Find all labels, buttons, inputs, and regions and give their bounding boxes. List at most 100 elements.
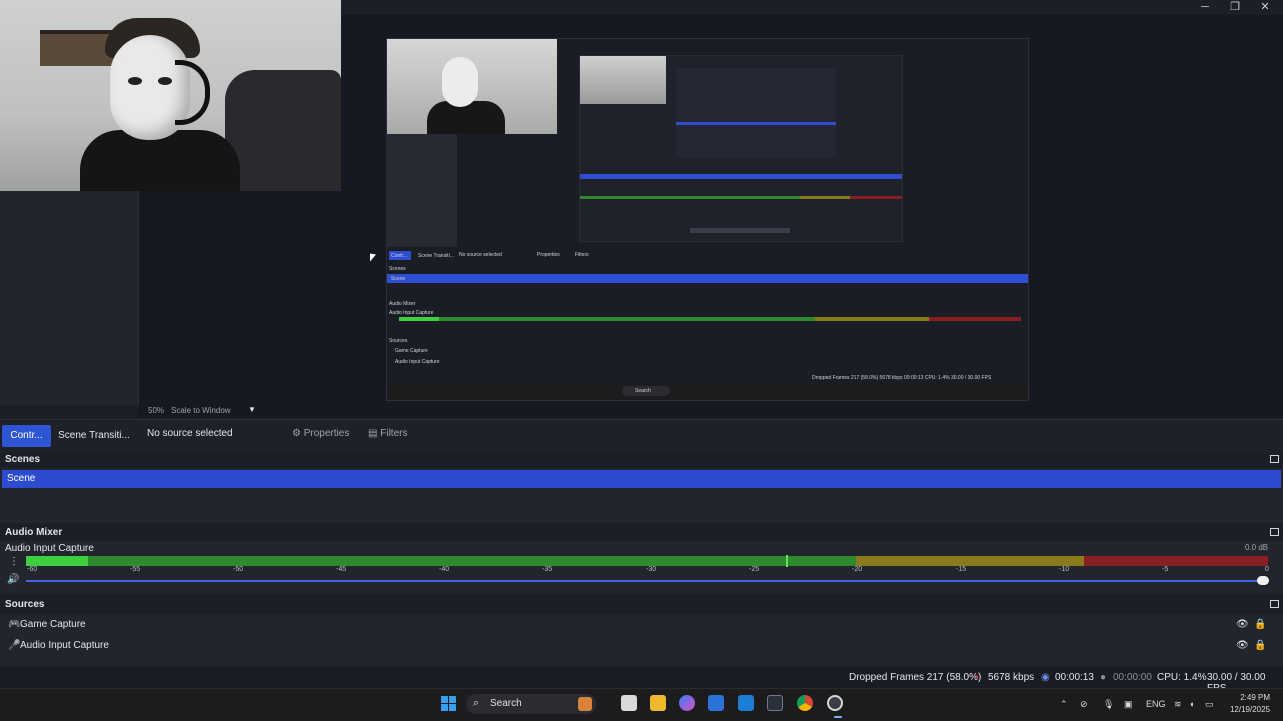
nested-scene: Scene [391, 276, 406, 282]
microphone-icon[interactable]: 🎙 [1103, 699, 1114, 710]
eye-icon[interactable]: 👁 [1236, 615, 1249, 635]
maximize-icon[interactable]: ❐ [1220, 0, 1250, 15]
obs-icon[interactable] [827, 695, 843, 711]
volume-slider[interactable] [26, 580, 1262, 582]
nested-audio-input-source: Audio Input Capture [395, 359, 440, 365]
record-icon: ● [1100, 672, 1107, 683]
language-indicator[interactable]: ENG [1146, 699, 1166, 709]
audio-mixer-header [0, 525, 1283, 541]
nested-transitions-tab: Scene Transiti... [418, 253, 454, 259]
nested-search: Search [635, 388, 651, 394]
source-row-audio-input[interactable]: 🎤 Audio Input Capture 👁 🔒 [0, 636, 1283, 656]
minimize-icon[interactable]: ─ [1190, 0, 1220, 15]
sources-dock-header [0, 597, 1283, 613]
meter-tick: -15 [956, 566, 967, 573]
nested-webcam [387, 39, 557, 134]
eye-icon[interactable]: 👁 [1236, 636, 1249, 656]
chevron-up-icon[interactable]: ⌃ [1060, 699, 1068, 710]
search-highlight-icon [578, 697, 592, 711]
audio-mixer-title: Audio Mixer [5, 527, 63, 538]
source-label: Game Capture [20, 619, 86, 630]
nested-filters: Filters [575, 252, 589, 258]
dropped-frames: Dropped Frames 217 (58.0%) [849, 672, 982, 683]
tab-scene-transitions[interactable]: Scene Transiti... [55, 425, 133, 447]
nested-preview [579, 55, 903, 242]
properties-label: Properties [303, 428, 350, 439]
task-view-icon[interactable] [621, 695, 637, 711]
scale-mode-select[interactable]: Scale to Window [171, 406, 231, 415]
meter-tick: 0 [1265, 566, 1269, 573]
meter-tick: -60 [27, 566, 38, 573]
audio-db-value: 0.0 dB [1245, 543, 1269, 552]
volume-slider-handle[interactable] [1257, 576, 1269, 585]
properties-button[interactable]: ⚙ Properties [292, 428, 349, 439]
lock-icon[interactable]: 🔒 [1254, 636, 1266, 656]
volume-meter-red [1084, 556, 1268, 566]
meter-tick: -30 [646, 566, 657, 573]
clock-time[interactable]: 2:49 PM [1228, 693, 1270, 702]
nested-audio-mixer: Audio Mixer [389, 301, 416, 307]
taskbar [0, 688, 1283, 721]
media-app-icon[interactable] [767, 695, 783, 711]
volume-meter [26, 556, 856, 566]
volume-icon[interactable]: ◖ [1189, 699, 1194, 709]
peak-indicator [786, 555, 788, 567]
tab-controls[interactable]: Contr... [2, 425, 51, 447]
sources-title: Sources [5, 599, 45, 610]
search-icon: ⌕ [473, 697, 480, 709]
speaker-icon[interactable]: 🔊 [7, 574, 19, 585]
file-explorer-icon[interactable] [650, 695, 666, 711]
no-source-label: No source selected [147, 428, 233, 439]
close-icon[interactable]: ✕ [1250, 0, 1280, 15]
scenes-dock-header [0, 452, 1283, 468]
meter-tick: -35 [542, 566, 553, 573]
nested-properties: Properties [537, 252, 560, 258]
nested-sources: Sources [389, 338, 408, 344]
nested-scenes: Scenes [389, 266, 406, 272]
preview-side-panel [0, 190, 139, 405]
undock-icon[interactable] [1270, 600, 1279, 608]
volume-meter-yellow [856, 556, 1084, 566]
game-capture-preview[interactable]: Contr... Scene Transiti... No source sel… [386, 38, 1029, 401]
filter-icon: ▤ [368, 428, 378, 439]
filters-button[interactable]: ▤ Filters [368, 428, 407, 439]
chrome-icon[interactable] [797, 695, 813, 711]
status-bar: Dropped Frames 217 (58.0%) ▪ 5678 kbps ◉… [0, 668, 1283, 694]
nested-no-source: No source selected [459, 252, 502, 258]
mouse-cursor-icon [370, 253, 376, 263]
nested-game-capture: Game Capture [395, 348, 428, 354]
copilot-icon[interactable] [679, 695, 695, 711]
volume-level [26, 556, 88, 566]
search-label: Search [490, 698, 522, 709]
tray-app-icon[interactable]: ▣ [1124, 699, 1133, 710]
meter-tick: -45 [336, 566, 347, 573]
windows-start-icon[interactable] [441, 696, 457, 712]
webcam-source[interactable] [0, 0, 341, 191]
meter-tick: -25 [749, 566, 760, 573]
source-row-game-capture[interactable]: 🎮 Game Capture 👁 🔒 [0, 615, 1283, 635]
chevron-down-icon[interactable]: ▼ [248, 405, 256, 414]
audio-mixer-panel [0, 541, 1283, 594]
nested-status: Dropped Frames 217 (58.0%) 5678 kbps 00:… [812, 375, 992, 381]
taskbar-search[interactable]: ⌕ Search [466, 694, 596, 714]
filters-label: Filters [380, 428, 408, 439]
undock-icon[interactable] [1270, 455, 1279, 463]
source-label: Audio Input Capture [20, 640, 109, 651]
app-icon[interactable] [738, 695, 754, 711]
meter-tick: -20 [852, 566, 863, 573]
active-app-indicator [834, 716, 842, 718]
bitrate: 5678 kbps [988, 672, 1035, 683]
store-icon[interactable] [708, 695, 724, 711]
lock-icon[interactable]: 🔒 [1254, 615, 1266, 635]
undock-icon[interactable] [1270, 528, 1279, 536]
nested-audio-input: Audio Input Capture [389, 310, 434, 316]
wifi-icon[interactable]: ≋ [1174, 699, 1182, 710]
stream-icon: ◉ [1041, 672, 1050, 683]
bitrate-indicator-icon: ▪ [975, 672, 979, 683]
network-off-icon[interactable]: ⊘ [1080, 699, 1088, 710]
battery-icon[interactable]: ▭ [1205, 699, 1214, 710]
clock-date[interactable]: 12/19/2025 [1225, 705, 1270, 714]
kebab-menu-icon[interactable]: ⋮ [9, 556, 19, 567]
scene-item[interactable]: Scene [2, 470, 1281, 488]
record-time: 00:00:00 [1113, 672, 1152, 683]
